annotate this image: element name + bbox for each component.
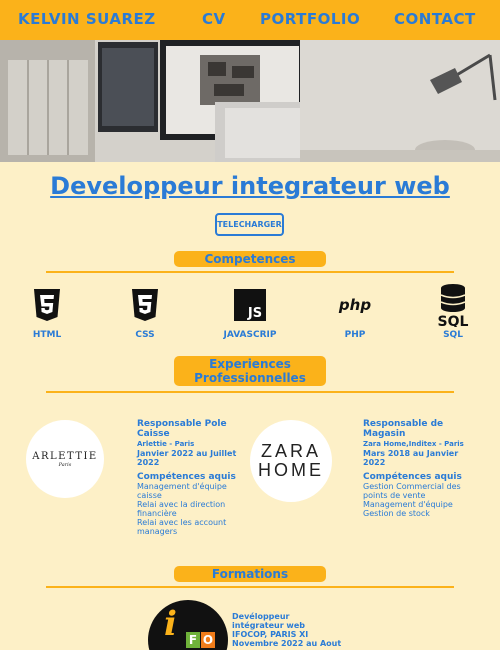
- logo-text: ARLETTIE: [32, 450, 98, 462]
- page-title: Developpeur integrateur web: [50, 172, 450, 200]
- logo-text: ZARA: [260, 441, 321, 461]
- svg-text:JS: JS: [247, 306, 262, 321]
- experience-section-heading: Experiences Professionnelles: [174, 356, 326, 386]
- experience-dates: Mars 2018 au Janvier 2022: [363, 449, 459, 467]
- hero-image: [0, 40, 500, 162]
- experience-dates: Janvier 2022 au Juillet 2022: [137, 449, 237, 467]
- top-navbar: KELVIN SUAREZ CV PORTFOLIO CONTACT: [0, 0, 500, 40]
- skill-css: CSS: [105, 284, 185, 340]
- experience-item: Responsable de Magasin Zara Home,Inditex…: [363, 419, 481, 518]
- logo-text: i: [164, 604, 177, 644]
- experience-skill: Management d'équipe: [363, 500, 453, 509]
- nav-link-portfolio[interactable]: PORTFOLIO: [260, 10, 360, 28]
- experience-company: Arlettie - Paris: [137, 440, 195, 448]
- experience-item: Responsable Pole Caisse Arlettie - Paris…: [137, 419, 237, 536]
- experience-company: Zara Home,Inditex - Paris: [363, 440, 464, 448]
- skill-label: HTML: [32, 330, 62, 340]
- php-icon: php: [315, 284, 395, 326]
- experience-skill: Gestion de stock: [363, 509, 430, 518]
- skill-html: HTML: [7, 284, 87, 340]
- experience-skills-title: Compétences aquis: [363, 472, 462, 482]
- logo-text: HOME: [258, 460, 324, 480]
- nav-link-cv[interactable]: CV: [202, 10, 226, 28]
- experience-skill: Relai avec les account managers: [137, 518, 227, 536]
- section-divider: [46, 586, 454, 588]
- html5-icon: [7, 284, 87, 326]
- experience-skill: Management d'équipe caisse: [137, 482, 227, 500]
- css3-icon: [105, 284, 185, 326]
- education-item: Devéloppeur intégrateur web IFOCOP, PARI…: [232, 612, 341, 648]
- skill-label: PHP: [344, 330, 366, 340]
- experience-role: Responsable Pole Caisse: [137, 419, 227, 439]
- section-divider: [46, 391, 454, 393]
- skill-label: CSS: [135, 330, 155, 340]
- experience-role: Responsable de Magasin: [363, 419, 444, 439]
- skill-sql: SQL SQL: [413, 284, 493, 340]
- section-divider: [46, 271, 454, 273]
- education-school: IFOCOP, PARIS XI: [232, 630, 309, 639]
- svg-text:SQL: SQL: [438, 314, 469, 327]
- education-title: Devéloppeur intégrateur web: [232, 612, 305, 630]
- svg-text:php: php: [338, 296, 371, 314]
- logo-text: O: [201, 632, 215, 648]
- skill-label: SQL: [443, 330, 463, 340]
- logo-text: Paris: [58, 461, 72, 468]
- sql-icon: SQL: [413, 284, 493, 327]
- skill-php: php PHP: [315, 284, 395, 340]
- download-cv-button[interactable]: TELECHARGER: [215, 213, 284, 236]
- experience-skills-title: Compétences aquis: [137, 472, 236, 482]
- zara-home-logo: ZARA HOME: [250, 420, 332, 502]
- arlettie-logo: ARLETTIE Paris: [26, 420, 104, 498]
- ifocop-logo: i F O: [148, 600, 228, 650]
- skills-section-heading: Competences: [174, 251, 326, 267]
- experience-skill: Relai avec la direction financière: [137, 500, 226, 518]
- skill-label: JAVASCRIP: [223, 330, 277, 340]
- experience-skill: Gestion Commercial des points de vente: [363, 482, 461, 500]
- js-icon: JS: [210, 284, 290, 326]
- logo-text: F: [186, 632, 200, 648]
- brand-link[interactable]: KELVIN SUAREZ: [18, 10, 156, 28]
- skill-javascript: JS JAVASCRIP: [210, 284, 290, 340]
- education-dates: Novembre 2022 au Aout: [232, 639, 342, 648]
- nav-link-contact[interactable]: CONTACT: [394, 10, 476, 28]
- education-section-heading: Formations: [174, 566, 326, 582]
